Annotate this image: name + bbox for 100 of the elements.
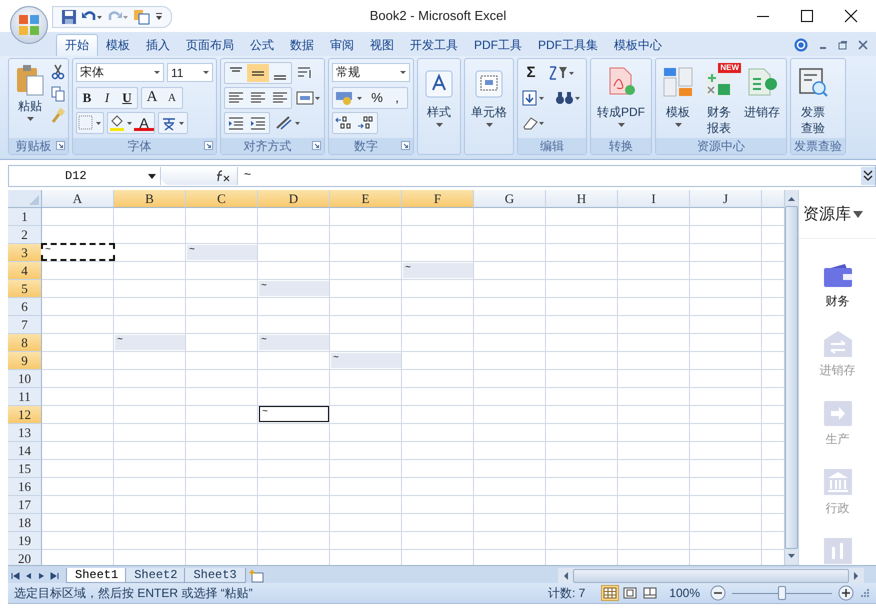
align-icon[interactable] — [247, 64, 269, 82]
sheet-tab[interactable]: Sheet1 — [66, 568, 128, 583]
dialog-launcher-icon[interactable] — [204, 141, 213, 150]
scissors-icon[interactable] — [51, 64, 65, 80]
number-format-field[interactable]: 常规 — [332, 63, 410, 82]
ribbon-tab[interactable]: 公式 — [242, 34, 282, 56]
ribbon-tab[interactable]: 插入 — [138, 34, 178, 56]
row-header[interactable]: 8 — [8, 334, 42, 352]
sidebar-title[interactable]: 资源库 — [803, 204, 851, 224]
column-header[interactable]: G — [474, 190, 546, 208]
table-cell[interactable]: ~ — [259, 406, 329, 422]
column-header[interactable]: C — [186, 190, 258, 208]
table-cell[interactable]: ~ — [403, 263, 473, 278]
ribbon-tab[interactable]: PDF工具 — [466, 34, 530, 56]
scroll-right-icon[interactable] — [851, 570, 861, 582]
dialog-launcher-icon[interactable] — [401, 141, 410, 150]
restore-icon[interactable] — [838, 40, 848, 50]
ribbon-tab[interactable]: 审阅 — [322, 34, 362, 56]
table-cell[interactable]: ~ — [115, 335, 185, 350]
row-header[interactable]: 2 — [8, 226, 42, 244]
font-field[interactable]: 宋体 — [76, 63, 164, 82]
insert-sheet-icon[interactable] — [248, 569, 266, 583]
row-header[interactable]: 19 — [8, 532, 42, 550]
number-style-button[interactable]: % — [367, 88, 387, 106]
sort-filter-icon[interactable] — [547, 64, 577, 82]
row-header[interactable]: 5 — [8, 280, 42, 298]
copy-icon[interactable] — [51, 86, 65, 102]
ribbon-tab[interactable]: 数据 — [282, 34, 322, 56]
last-sheet-icon[interactable] — [49, 570, 60, 580]
row-header[interactable]: 18 — [8, 514, 42, 532]
sum-button[interactable]: Σ — [521, 64, 541, 82]
row-header[interactable]: 4 — [8, 262, 42, 280]
row-header[interactable]: 9 — [8, 352, 42, 370]
row-header[interactable]: 12 — [8, 406, 42, 424]
zoom-level[interactable]: 100% — [669, 586, 700, 600]
merge-icon[interactable] — [295, 88, 321, 106]
name-box[interactable]: D12 — [9, 167, 161, 185]
normal-view-button[interactable] — [601, 585, 620, 601]
ribbon-button[interactable]: NEW 财务报表 — [700, 62, 738, 136]
maximize-icon[interactable] — [800, 9, 814, 23]
zoom-out-icon[interactable] — [710, 585, 726, 601]
column-header[interactable]: B — [114, 190, 186, 208]
caret-icon[interactable] — [853, 210, 863, 218]
ribbon-tab[interactable]: 模板 — [98, 34, 138, 56]
underline-button[interactable]: U — [117, 88, 137, 106]
row-header[interactable]: 7 — [8, 316, 42, 334]
dialog-launcher-icon[interactable] — [312, 141, 321, 150]
save-icon[interactable] — [61, 9, 77, 25]
expand-icon[interactable] — [861, 167, 875, 185]
column-header[interactable]: F — [402, 190, 474, 208]
vertical-scrollbar[interactable] — [784, 190, 798, 565]
help-icon[interactable] — [794, 38, 808, 52]
fill-down-icon[interactable] — [521, 88, 547, 106]
bold-button[interactable]: B — [77, 88, 97, 106]
fx-icon[interactable] — [215, 170, 231, 182]
ribbon-button[interactable]: 进销存 — [741, 62, 783, 120]
row-header[interactable]: 3 — [8, 244, 42, 262]
column-header[interactable]: E — [330, 190, 402, 208]
column-header[interactable]: A — [42, 190, 114, 208]
border-icon[interactable] — [77, 114, 103, 132]
row-header[interactable]: 17 — [8, 496, 42, 514]
row-header[interactable]: 16 — [8, 478, 42, 496]
row-header[interactable]: 11 — [8, 388, 42, 406]
pagebreak-view-button[interactable] — [641, 585, 660, 601]
horizontal-scrollbar[interactable] — [558, 568, 864, 583]
sidebar-item[interactable]: 财务 — [822, 261, 852, 310]
font-grow-button[interactable]: A — [142, 88, 162, 106]
row-header[interactable]: 13 — [8, 424, 42, 442]
font-shrink-button[interactable]: A — [162, 88, 182, 106]
row-header[interactable]: 15 — [8, 460, 42, 478]
column-header[interactable]: H — [546, 190, 618, 208]
zoom-in-icon[interactable] — [838, 585, 854, 601]
dialog-launcher-icon[interactable] — [56, 141, 65, 150]
ribbon-button[interactable]: 转成PDF — [594, 62, 648, 127]
table-cell[interactable]: ~ — [259, 281, 329, 296]
office-button[interactable] — [10, 6, 48, 44]
table-cell[interactable]: ~ — [41, 243, 115, 261]
table-cell[interactable]: ~ — [331, 353, 401, 368]
table-cell[interactable]: ~ — [187, 245, 257, 260]
ribbon-button[interactable]: 单元格 — [468, 62, 510, 158]
zoom-slider[interactable] — [778, 586, 786, 600]
column-header[interactable]: D — [258, 190, 330, 208]
table-cell[interactable]: ~ — [259, 335, 329, 350]
window-icon[interactable] — [133, 9, 151, 25]
ribbon-tab[interactable]: 页面布局 — [178, 34, 242, 56]
ribbon-button[interactable]: 发票查验 — [794, 62, 832, 136]
row-header[interactable]: 20 — [8, 550, 42, 565]
column-header[interactable]: J — [690, 190, 762, 208]
ribbon-tab[interactable]: PDF工具集 — [530, 34, 606, 56]
column-header[interactable]: I — [618, 190, 690, 208]
font-size-field[interactable]: 11 — [167, 63, 213, 82]
ribbon-tab[interactable]: 视图 — [362, 34, 402, 56]
ribbon-tab[interactable]: 开始 — [56, 34, 98, 56]
ribbon-button[interactable]: 样式 — [421, 62, 457, 158]
row-header[interactable]: 10 — [8, 370, 42, 388]
first-sheet-icon[interactable] — [10, 570, 21, 580]
close-icon[interactable] — [844, 9, 858, 23]
ribbon-tab[interactable]: 开发工具 — [402, 34, 466, 56]
row-header[interactable]: 6 — [8, 298, 42, 316]
resize-grip-icon[interactable] — [860, 588, 870, 598]
